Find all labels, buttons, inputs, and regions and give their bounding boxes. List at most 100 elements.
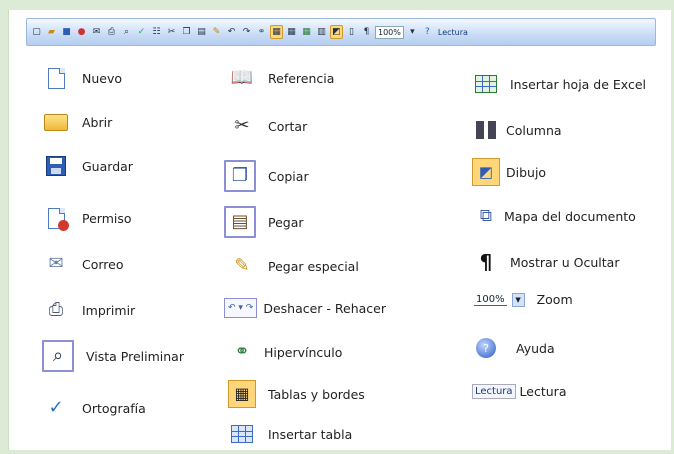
- item-hipervinculo[interactable]: ⚭ Hipervínculo: [228, 338, 342, 366]
- label-insertar-tabla: Insertar tabla: [268, 426, 353, 442]
- help-icon: ?: [472, 334, 500, 362]
- new-document-icon: [42, 64, 70, 92]
- item-nuevo[interactable]: Nuevo: [42, 64, 122, 92]
- item-imprimir[interactable]: ⎙ Imprimir: [42, 296, 135, 324]
- tables-borders-icon: ▦: [228, 380, 256, 408]
- permission-icon[interactable]: ●: [75, 25, 88, 39]
- item-pegar-especial[interactable]: ✎ Pegar especial: [228, 252, 359, 280]
- standard-toolbar: ▢ ▰ ■ ● ✉ ⎙ ⌕ ✓ ☷ ✂ ❐ ▤ ✎ ↶ ↷ ⚭ ▦ ▦ ▦ ▥ …: [26, 18, 656, 46]
- print-preview-icon[interactable]: ⌕: [120, 25, 133, 39]
- item-deshacer-rehacer[interactable]: ↶ ▾ ↷ Deshacer - Rehacer: [224, 298, 386, 318]
- new-icon[interactable]: ▢: [30, 25, 43, 39]
- hyperlink-icon[interactable]: ⚭: [255, 25, 268, 39]
- save-disk-icon[interactable]: ■: [60, 25, 73, 39]
- item-cortar[interactable]: ✂ Cortar: [228, 112, 307, 140]
- item-permiso[interactable]: Permiso: [42, 204, 132, 232]
- paste-icon[interactable]: ▤: [195, 25, 208, 39]
- label-ayuda: Ayuda: [516, 340, 555, 356]
- spelling-icon[interactable]: ✓: [135, 25, 148, 39]
- item-insertar-excel[interactable]: Insertar hoja de Excel: [472, 70, 646, 98]
- item-correo[interactable]: ✉ Correo: [42, 250, 124, 278]
- insert-table-icon[interactable]: ▦: [285, 25, 298, 39]
- item-abrir[interactable]: Abrir: [42, 108, 112, 136]
- toolbar-zoom-field[interactable]: 100%: [375, 25, 404, 39]
- label-lectura: Lectura: [519, 384, 567, 399]
- label-copiar: Copiar: [268, 168, 309, 184]
- document-map-icon: ⧉: [479, 205, 493, 226]
- label-guardar: Guardar: [82, 158, 133, 174]
- label-insertar-excel: Insertar hoja de Excel: [510, 76, 647, 92]
- zoom-dropdown-icon[interactable]: ▼: [511, 292, 525, 307]
- columns-icon: [472, 116, 500, 144]
- label-mostrar-ocultar: Mostrar u Ocultar: [510, 254, 620, 270]
- help-icon[interactable]: ?: [421, 25, 434, 39]
- insert-excel-sheet-icon: [472, 70, 500, 98]
- item-referencia[interactable]: 📖 Referencia: [228, 64, 335, 92]
- label-referencia: Referencia: [268, 70, 335, 86]
- insert-excel-icon[interactable]: ▦: [300, 25, 313, 39]
- printer-icon: ⎙: [48, 299, 64, 320]
- item-columna[interactable]: Columna: [472, 116, 562, 144]
- item-insertar-tabla[interactable]: Insertar tabla: [228, 420, 352, 448]
- item-ortografia[interactable]: ✓ Ortografía: [42, 394, 146, 422]
- document-map-icon[interactable]: ▯: [345, 25, 358, 39]
- item-zoom[interactable]: 100% ▼ Zoom: [474, 292, 573, 307]
- item-tablas-bordes[interactable]: ▦ Tablas y bordes: [228, 380, 365, 408]
- cut-icon[interactable]: ✂: [165, 25, 178, 39]
- label-pegar: Pegar: [268, 214, 304, 230]
- redo-icon[interactable]: ↷: [240, 25, 253, 39]
- toolbar-reading-button[interactable]: Lectura: [436, 28, 470, 37]
- insert-table-icon: [228, 420, 256, 448]
- item-mostrar-ocultar[interactable]: ¶ Mostrar u Ocultar: [472, 248, 620, 276]
- label-imprimir: Imprimir: [82, 302, 136, 318]
- label-dibujo: Dibujo: [506, 164, 547, 180]
- item-vista-preliminar[interactable]: ⌕ Vista Preliminar: [42, 340, 184, 372]
- label-zoom: Zoom: [536, 292, 573, 307]
- item-pegar[interactable]: ▤ Pegar: [224, 206, 304, 238]
- item-ayuda[interactable]: ? Ayuda: [472, 334, 555, 362]
- drawing-icon: ◩: [472, 158, 500, 186]
- open-folder-icon[interactable]: ▰: [45, 25, 58, 39]
- item-guardar[interactable]: Guardar: [42, 152, 133, 180]
- zoom-dropdown-icon[interactable]: ▾: [406, 25, 419, 39]
- hyperlink-globe-icon: ⚭: [234, 341, 250, 362]
- label-vista-preliminar: Vista Preliminar: [86, 348, 184, 364]
- save-disk-icon: [42, 152, 70, 180]
- columns-icon[interactable]: ▥: [315, 25, 328, 39]
- spelling-check-icon: ✓: [48, 397, 64, 418]
- label-mapa-documento: Mapa del documento: [504, 208, 636, 224]
- item-mapa-documento[interactable]: ⧉ Mapa del documento: [472, 202, 636, 230]
- label-columna: Columna: [506, 122, 562, 138]
- label-pegar-especial: Pegar especial: [268, 258, 359, 274]
- mail-icon: ✉: [48, 253, 64, 274]
- zoom-value: 100%: [474, 293, 507, 306]
- reading-layout-chip: Lectura: [472, 384, 516, 399]
- scissors-icon: ✂: [234, 115, 250, 136]
- label-ortografia: Ortografía: [82, 400, 146, 416]
- format-painter-icon[interactable]: ✎: [210, 25, 223, 39]
- label-correo: Correo: [82, 256, 124, 272]
- drawing-icon[interactable]: ◩: [330, 25, 343, 39]
- label-tablas-bordes: Tablas y bordes: [268, 386, 365, 402]
- print-icon[interactable]: ⎙: [105, 25, 118, 39]
- mail-icon[interactable]: ✉: [90, 25, 103, 39]
- tables-borders-icon[interactable]: ▦: [270, 25, 283, 39]
- show-hide-pilcrow-icon[interactable]: ¶: [360, 25, 373, 39]
- undo-icon[interactable]: ↶: [225, 25, 238, 39]
- print-preview-icon: ⌕: [42, 340, 74, 372]
- zoom-control[interactable]: 100% ▼: [474, 292, 525, 307]
- copy-icon[interactable]: ❐: [180, 25, 193, 39]
- item-dibujo[interactable]: ◩ Dibujo: [472, 158, 546, 186]
- pilcrow-icon: ¶: [479, 250, 493, 274]
- label-cortar: Cortar: [268, 118, 308, 134]
- paste-clipboard-icon: ▤: [224, 206, 256, 238]
- label-abrir: Abrir: [82, 114, 113, 130]
- item-lectura[interactable]: Lectura Lectura: [472, 384, 566, 399]
- research-icon[interactable]: ☷: [150, 25, 163, 39]
- item-copiar[interactable]: ❐ Copiar: [224, 160, 309, 192]
- format-painter-icon: ✎: [234, 255, 250, 276]
- label-nuevo: Nuevo: [82, 70, 123, 86]
- label-permiso: Permiso: [82, 210, 132, 226]
- open-folder-icon: [42, 108, 70, 136]
- undo-redo-icon: ↶ ▾ ↷: [224, 298, 258, 318]
